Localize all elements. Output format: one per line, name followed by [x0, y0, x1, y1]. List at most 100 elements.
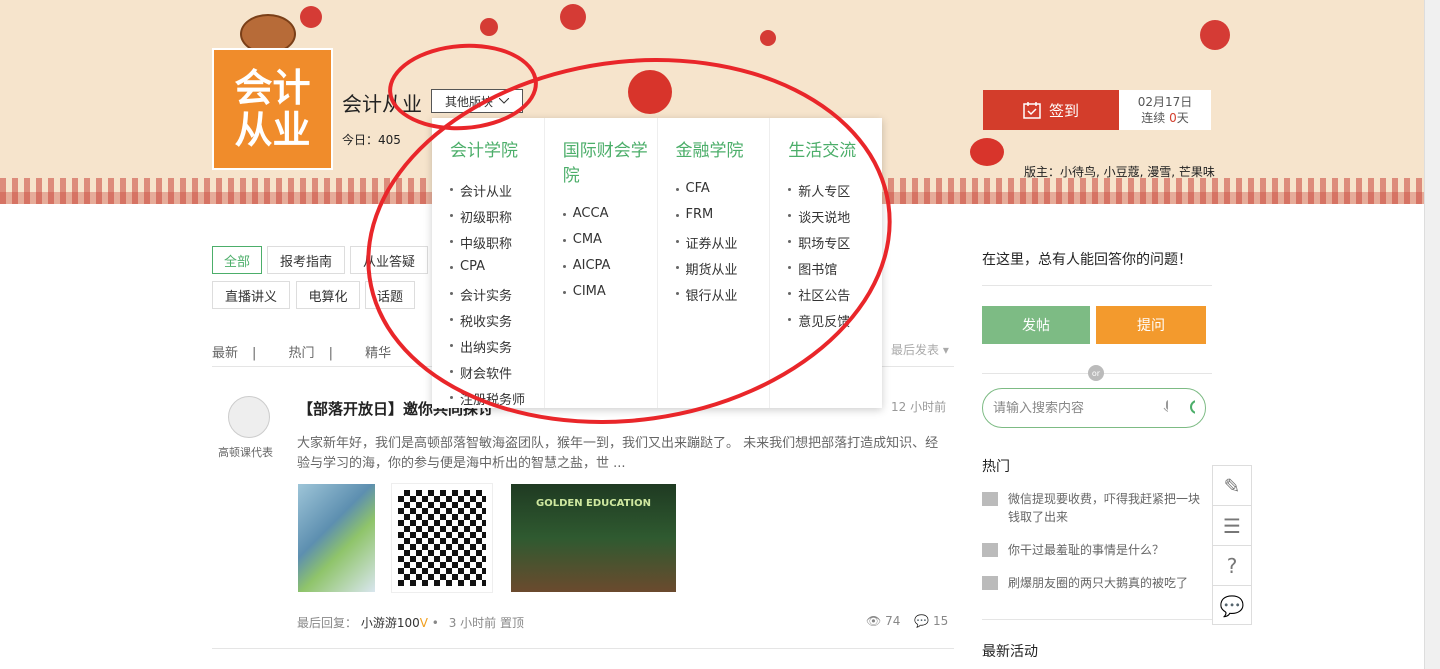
- dropdown-item[interactable]: 税收实务: [450, 311, 544, 337]
- dropdown-item[interactable]: CPA: [450, 259, 544, 285]
- dropdown-column-title: 生活交流: [788, 141, 857, 161]
- dropdown-item[interactable]: 会计实务: [450, 285, 544, 311]
- avatar: [982, 543, 998, 557]
- dropdown-item[interactable]: AICPA: [562, 258, 657, 284]
- ask-question-button[interactable]: 提问: [1096, 306, 1206, 344]
- dropdown-item[interactable]: 社区公告: [788, 285, 882, 311]
- dropdown-item[interactable]: CFA: [675, 181, 770, 207]
- dropdown-item[interactable]: CMA: [562, 232, 657, 258]
- chevron-down-icon: [499, 98, 509, 104]
- post-image-team[interactable]: GOLDEN EDUCATION: [511, 484, 676, 592]
- latest-activity-title: 最新活动: [982, 644, 1038, 660]
- dropdown-column-title: 会计学院: [450, 141, 518, 161]
- image-caption: GOLDEN EDUCATION: [535, 498, 652, 509]
- blossom-decoration: [760, 30, 776, 46]
- tag-computerized[interactable]: 电算化: [296, 281, 360, 309]
- dropdown-item[interactable]: 银行从业: [675, 285, 770, 311]
- hot-item[interactable]: 刷爆朋友圈的两只大鹅真的被吃了: [982, 574, 1206, 592]
- hot-item[interactable]: 你干过最羞耻的事情是什么？: [982, 541, 1206, 559]
- dropdown-item[interactable]: 意见反馈: [788, 311, 882, 337]
- tag-qa[interactable]: 从业答疑: [350, 246, 428, 274]
- dropdown-item[interactable]: FRM: [675, 207, 770, 233]
- page-scrollbar[interactable]: [1424, 0, 1440, 669]
- post-image-qrcode[interactable]: [391, 483, 493, 593]
- microphone-icon[interactable]: [1163, 399, 1168, 417]
- vip-icon: V: [419, 616, 428, 630]
- list-icon[interactable]: ☰: [1213, 506, 1251, 546]
- dropdown-column-life: 生活交流 新人专区 谈天说地 职场专区 图书馆 社区公告 意见反馈: [770, 118, 882, 408]
- search-box: [982, 388, 1206, 428]
- forum-switcher-label: 其他版块: [444, 94, 493, 109]
- today-count: 今日：405: [342, 133, 401, 147]
- checkin-status: 02月17日 连续 0天: [1119, 90, 1211, 130]
- tag-all[interactable]: 全部: [212, 246, 262, 274]
- hot-section-title: 热门: [982, 459, 1010, 475]
- blossom-decoration: [300, 6, 322, 28]
- edit-icon[interactable]: ✎: [1213, 466, 1251, 506]
- post-author[interactable]: 高顿课代表: [218, 444, 273, 460]
- checkin-button[interactable]: 签到: [983, 90, 1119, 130]
- dropdown-item[interactable]: 新人专区: [788, 181, 882, 207]
- dropdown-item[interactable]: 出纳实务: [450, 337, 544, 363]
- checkin-streak: 连续 0天: [1141, 111, 1189, 125]
- tag-exam-guide[interactable]: 报考指南: [267, 246, 345, 274]
- tag-live-notes[interactable]: 直播讲义: [212, 281, 290, 309]
- help-icon[interactable]: ?: [1213, 546, 1251, 586]
- dropdown-item[interactable]: 中级职称: [450, 233, 544, 259]
- divider: [212, 648, 954, 649]
- dropdown-column-title: 国际财会学院: [562, 141, 648, 186]
- forum-dropdown-menu: 会计学院 会计从业 初级职称 中级职称 CPA 会计实务 税收实务 出纳实务 财…: [432, 118, 882, 408]
- sort-newest[interactable]: 最新: [212, 346, 238, 361]
- dropdown-item[interactable]: 注册税务师: [450, 389, 544, 415]
- meta-time: 3 小时前: [448, 616, 497, 630]
- logo-line-2: 从业: [234, 107, 311, 152]
- wechat-icon[interactable]: 💬: [1213, 586, 1251, 626]
- dropdown-item[interactable]: 期货从业: [675, 259, 770, 285]
- checkin-date: 02月17日: [1137, 95, 1193, 109]
- new-post-button[interactable]: 发帖: [982, 306, 1090, 344]
- forum-switcher[interactable]: 其他版块: [431, 89, 523, 113]
- dropdown-item[interactable]: 财会软件: [450, 363, 544, 389]
- logo-line-1: 会计: [234, 65, 311, 111]
- dropdown-item[interactable]: CIMA: [562, 284, 657, 310]
- forum-logo: 会计 从业: [212, 48, 333, 170]
- checkin-label: 签到: [1048, 101, 1079, 120]
- blossom-decoration: [480, 18, 498, 36]
- sort-featured[interactable]: 精华: [365, 346, 391, 361]
- avatar: [982, 492, 998, 506]
- eye-icon: 👁: [866, 614, 882, 628]
- search-input[interactable]: [993, 400, 1163, 416]
- post-excerpt: 大家新年好，我们是高顿部落智敏海盗团队，猴年一到，我们又出来蹦跶了。 未来我们想…: [297, 436, 939, 471]
- sidebar-tip: 在这里，总有人能回答你的问题！: [982, 252, 1192, 268]
- forum-title: 会计从业: [342, 92, 422, 116]
- comment-icon: 💬: [914, 614, 930, 628]
- comment-count: 15: [932, 614, 949, 628]
- dropdown-item[interactable]: ACCA: [562, 206, 657, 232]
- sort-last-post[interactable]: 最后发表 ▾: [891, 341, 949, 358]
- dropdown-item[interactable]: 职场专区: [788, 233, 882, 259]
- hot-item[interactable]: 微信提现要收费，吓得我赶紧把一块钱取了出来: [982, 490, 1206, 526]
- lantern-decoration: [970, 138, 1004, 166]
- dropdown-column-title: 金融学院: [675, 141, 744, 161]
- sort-hot[interactable]: 热门: [289, 346, 315, 361]
- firecracker-decoration: [1200, 20, 1230, 50]
- dropdown-item[interactable]: 谈天说地: [788, 207, 882, 233]
- last-reply-user[interactable]: 小游游100: [361, 616, 420, 630]
- avatar[interactable]: [228, 396, 270, 438]
- moderators-list: 版主：小待鸟, 小豆蔻, 漫雪, 芒果味: [1024, 165, 1215, 179]
- dropdown-item[interactable]: 证券从业: [675, 233, 770, 259]
- sort-tabs: 最新 | 热门 | 精华: [212, 346, 392, 361]
- post-stats: 👁 74 💬 15: [866, 614, 948, 628]
- floating-toolbar: ✎ ☰ ? 💬: [1212, 465, 1252, 625]
- calendar-check-icon: [1023, 102, 1041, 119]
- tag-topic[interactable]: 话题: [365, 281, 415, 309]
- dropdown-column-finance: 金融学院 CFA FRM 证券从业 期货从业 银行从业: [658, 118, 771, 408]
- dropdown-item[interactable]: 会计从业: [450, 181, 544, 207]
- blossom-decoration: [560, 4, 586, 30]
- dropdown-item[interactable]: 图书馆: [788, 259, 882, 285]
- avatar: [982, 576, 998, 590]
- search-icon[interactable]: [1188, 398, 1196, 418]
- post-image-office[interactable]: [298, 484, 375, 592]
- dropdown-item[interactable]: 初级职称: [450, 207, 544, 233]
- view-count: 74: [885, 614, 901, 628]
